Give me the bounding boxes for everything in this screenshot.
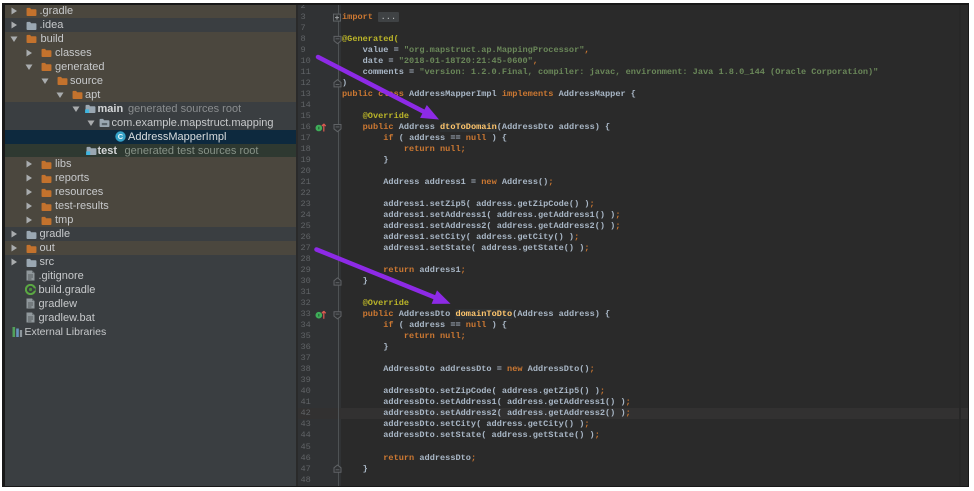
svg-text:C: C: [117, 132, 123, 141]
